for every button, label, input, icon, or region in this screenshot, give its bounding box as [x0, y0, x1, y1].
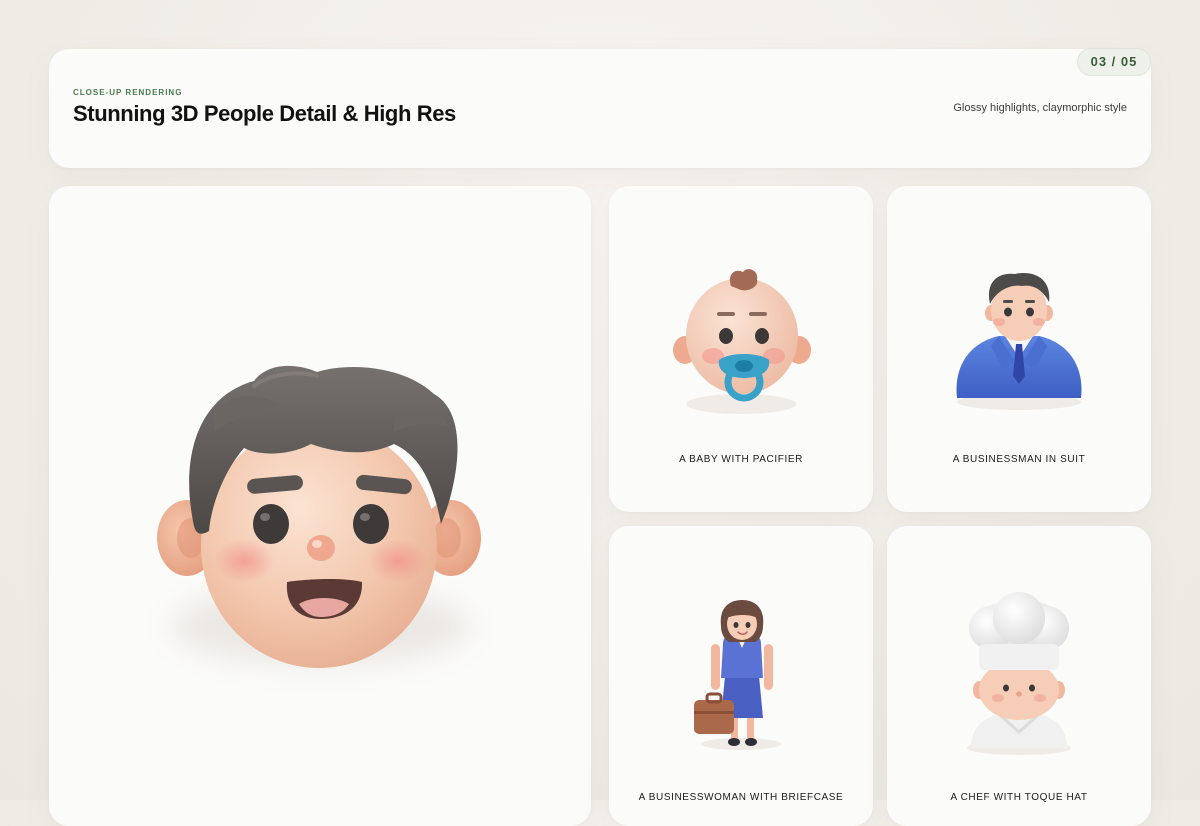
- tile-caption: A BABY WITH PACIFIER: [679, 454, 803, 465]
- header-card: CLOSE-UP RENDERING Stunning 3D People De…: [49, 49, 1151, 168]
- tile-caption: A BUSINESSWOMAN WITH BRIEFCASE: [638, 792, 844, 803]
- tile-businessman[interactable]: A BUSINESSMAN IN SUIT: [887, 186, 1151, 512]
- tile-caption: A BUSINESSMAN IN SUIT: [952, 454, 1086, 465]
- page-title: Stunning 3D People Detail & High Res: [73, 101, 456, 126]
- tile-chef[interactable]: A CHEF WITH TOQUE HAT: [887, 526, 1151, 826]
- businesswoman-icon: [694, 600, 781, 750]
- page-counter-badge: 03 / 05: [1077, 48, 1151, 76]
- chef-icon: [967, 592, 1071, 755]
- tile-baby[interactable]: A BABY WITH PACIFIER: [609, 186, 873, 512]
- tile-caption: A CHEF WITH TOQUE HAT: [950, 792, 1088, 803]
- tile-businesswoman[interactable]: A BUSINESSWOMAN WITH BRIEFCASE: [609, 526, 873, 826]
- hero-card: [49, 186, 591, 826]
- eyebrow-label: CLOSE-UP RENDERING: [73, 88, 183, 97]
- smiling-face-icon: [157, 365, 481, 668]
- page-subtitle: Glossy highlights, claymorphic style: [953, 102, 1127, 114]
